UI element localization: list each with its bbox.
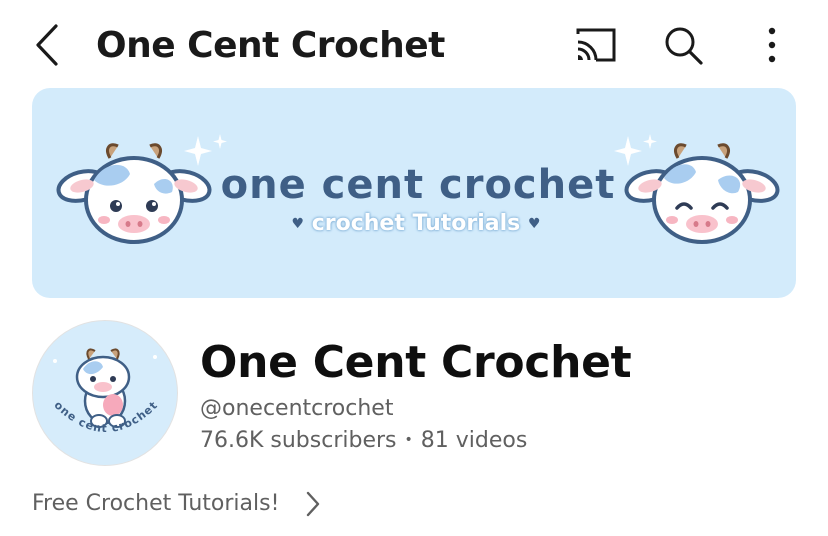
banner-subtitle-row: ♥ crochet Tutorials ♥ xyxy=(256,206,576,242)
channel-name: One Cent Crochet xyxy=(200,337,632,388)
more-options-button[interactable] xyxy=(750,22,796,68)
cast-icon xyxy=(576,28,616,62)
separator-dot: • xyxy=(404,432,413,448)
channel-handle: @onecentcrochet xyxy=(200,396,394,421)
page-title: One Cent Crochet xyxy=(96,25,445,66)
chevron-left-icon xyxy=(36,24,58,66)
search-icon xyxy=(665,27,703,65)
channel-avatar[interactable]: one cent crochet xyxy=(32,320,178,466)
top-app-bar: One Cent Crochet xyxy=(0,0,828,90)
video-count: 81 videos xyxy=(420,428,528,453)
cow-mascot-avatar-icon: one cent crochet xyxy=(52,348,159,435)
search-button[interactable] xyxy=(660,22,706,68)
cast-button[interactable] xyxy=(572,22,618,68)
back-button[interactable] xyxy=(30,22,66,68)
heart-icon: ♥ xyxy=(291,216,305,232)
channel-description-link[interactable]: Free Crochet Tutorials! xyxy=(32,486,323,522)
channel-stats: 76.6K subscribers • 81 videos xyxy=(200,426,527,458)
channel-description: Free Crochet Tutorials! xyxy=(32,491,280,516)
subscriber-count: 76.6K subscribers xyxy=(200,428,397,453)
heart-icon: ♥ xyxy=(527,216,541,232)
chevron-right-icon xyxy=(307,491,320,517)
banner-subtitle: crochet Tutorials xyxy=(311,211,521,236)
more-vertical-icon xyxy=(768,27,776,63)
